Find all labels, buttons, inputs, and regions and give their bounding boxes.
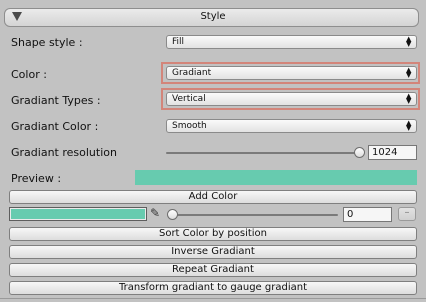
key-position-input[interactable]: 0 xyxy=(343,207,392,222)
gradiant-types-value: Vertical xyxy=(172,94,206,104)
key-color-swatch xyxy=(11,209,145,219)
gradiant-resolution-label: Gradiant resolution xyxy=(11,146,117,159)
key-position-slider-track[interactable] xyxy=(170,214,338,216)
gradiant-types-label: Gradiant Types : xyxy=(11,94,101,107)
shape-style-dropdown[interactable]: Fill ▲ ▼ xyxy=(166,35,417,49)
gradiant-color-dropdown[interactable]: Smooth ▲ ▼ xyxy=(166,119,417,133)
gradiant-color-value: Smooth xyxy=(172,121,207,131)
sort-color-button[interactable]: Sort Color by position xyxy=(9,227,417,241)
section-title: Style xyxy=(200,11,226,22)
updown-arrow-icon: ▲ ▼ xyxy=(406,66,412,79)
shape-style-value: Fill xyxy=(172,37,185,47)
updown-arrow-icon: ▲ ▼ xyxy=(406,119,412,132)
key-position-slider-thumb[interactable] xyxy=(167,209,178,220)
updown-arrow-icon: ▲ ▼ xyxy=(406,35,412,48)
inverse-gradiant-button[interactable]: Inverse Gradiant xyxy=(9,245,417,259)
gradient-preview xyxy=(135,170,417,185)
divider xyxy=(0,298,426,299)
color-label: Color : xyxy=(11,68,47,81)
preview-label: Preview : xyxy=(11,172,62,185)
color-mode-value: Gradiant xyxy=(172,68,212,78)
eyedropper-icon[interactable]: ✎ xyxy=(150,206,160,220)
resolution-input[interactable]: 1024 xyxy=(368,145,417,160)
shape-style-label: Shape style : xyxy=(11,36,83,49)
remove-key-button[interactable]: – xyxy=(398,207,416,221)
add-color-button[interactable]: Add Color xyxy=(9,190,417,204)
repeat-gradiant-button[interactable]: Repeat Gradiant xyxy=(9,263,417,277)
updown-arrow-icon: ▲ ▼ xyxy=(406,92,412,105)
transform-gradiant-button[interactable]: Transform gradiant to gauge gradiant xyxy=(9,281,417,295)
gradiant-types-dropdown[interactable]: Vertical ▲ ▼ xyxy=(166,92,417,106)
resolution-slider-thumb[interactable] xyxy=(354,147,365,158)
key-color-field[interactable] xyxy=(9,207,147,221)
gradiant-color-label: Gradiant Color : xyxy=(11,120,99,133)
resolution-slider-track[interactable] xyxy=(166,152,360,154)
color-mode-dropdown[interactable]: Gradiant ▲ ▼ xyxy=(166,66,417,80)
